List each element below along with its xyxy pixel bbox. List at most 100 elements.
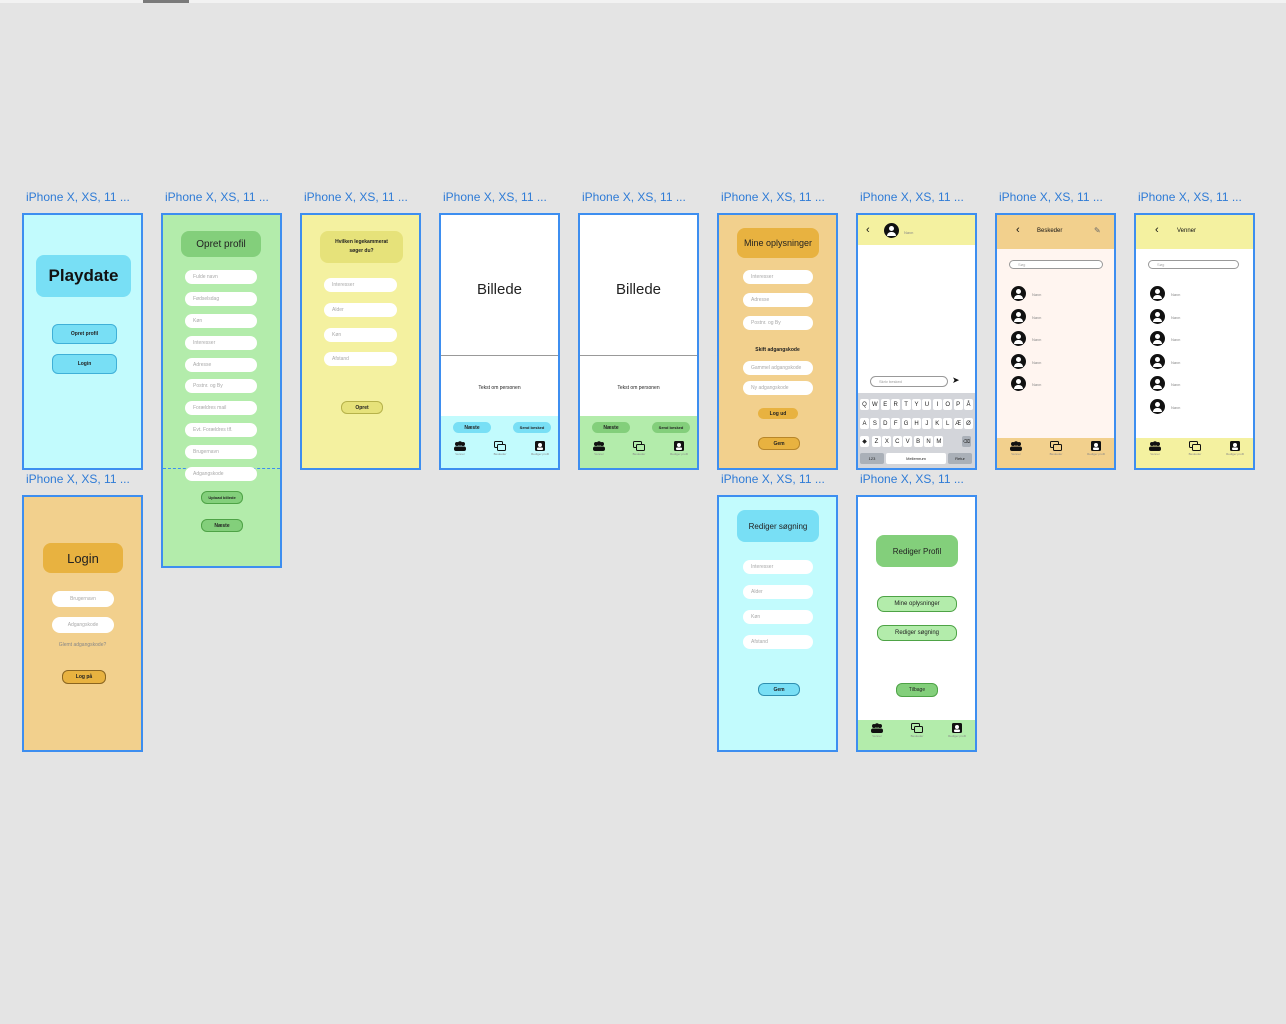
tab-messages[interactable]: Beskeder xyxy=(1041,441,1071,456)
address-field[interactable]: Adresse xyxy=(185,358,257,372)
contact-name[interactable]: Navn xyxy=(1171,405,1180,410)
avatar[interactable] xyxy=(1150,353,1165,369)
contact-name[interactable]: Navn xyxy=(1171,337,1180,342)
fullname-field[interactable]: Fulde navn xyxy=(185,270,257,284)
avatar[interactable] xyxy=(1011,331,1026,346)
contact-name[interactable]: Navn xyxy=(1171,292,1180,297)
frame-label[interactable]: iPhone X, XS, 11 ... xyxy=(1138,190,1263,204)
keyboard-key[interactable]: A xyxy=(860,418,869,429)
frame-chat[interactable]: ‹ Navn Skriv besked ➤ QWERTYUIOPÅ ASDFGHJ… xyxy=(856,213,977,470)
backspace-key[interactable]: ⌫ xyxy=(962,436,971,447)
back-chevron-icon[interactable]: ‹ xyxy=(1155,224,1159,236)
forgot-password-link[interactable]: Glemt adgangskode? xyxy=(24,642,141,648)
tab-friends[interactable]: Venner xyxy=(445,441,475,456)
next-button[interactable]: Næste xyxy=(201,519,243,532)
frame-messages[interactable]: ‹ Beskeder ✎ Søg Navn Navn Navn Navn Navn Ve… xyxy=(995,213,1116,470)
interests-field[interactable]: Interesser xyxy=(324,278,397,292)
frame-label[interactable]: iPhone X, XS, 11 ... xyxy=(304,190,429,204)
keyboard-key[interactable]: H xyxy=(912,418,921,429)
return-key[interactable]: Retur xyxy=(948,453,972,464)
avatar[interactable] xyxy=(1011,286,1026,301)
keyboard-key[interactable]: Y xyxy=(912,399,921,410)
distance-field[interactable]: Afstand xyxy=(743,635,813,649)
birthday-field[interactable]: Fødselsdag xyxy=(185,292,257,306)
keyboard-key[interactable]: L xyxy=(943,418,953,429)
keyboard-key[interactable]: J xyxy=(922,418,932,429)
space-key[interactable]: Mellemrum xyxy=(886,453,946,464)
gender-field[interactable]: Køn xyxy=(324,328,397,342)
frame-edit-search[interactable]: Rediger søgning Interesser Alder Køn Afs… xyxy=(717,495,838,752)
frame-label[interactable]: iPhone X, XS, 11 ... xyxy=(721,190,846,204)
frame-my-info[interactable]: Mine oplysninger Interesser Adresse Post… xyxy=(717,213,838,470)
key-123[interactable]: 123 xyxy=(860,453,884,464)
avatar[interactable] xyxy=(1011,376,1026,391)
keyboard-key[interactable]: R xyxy=(891,399,901,410)
tab-edit-profile[interactable]: Rediger profil xyxy=(942,723,972,738)
avatar[interactable] xyxy=(1011,353,1026,369)
frame-label[interactable]: iPhone X, XS, 11 ... xyxy=(582,190,707,204)
username-field[interactable]: Brugernavn xyxy=(185,445,257,459)
shift-key[interactable]: ◆ xyxy=(860,436,869,447)
zip-city-field[interactable]: Postnr. og By xyxy=(743,316,813,330)
username-field[interactable]: Brugernavn xyxy=(52,591,114,607)
keyboard-key[interactable]: M xyxy=(934,436,944,447)
keyboard-key[interactable]: O xyxy=(943,399,953,410)
contact-name[interactable]: Navn xyxy=(1171,382,1180,387)
frame-label[interactable]: iPhone X, XS, 11 ... xyxy=(860,472,985,486)
save-button[interactable]: Gem xyxy=(758,683,800,696)
frame-profile-view[interactable]: Billede Tekst om personen Næste Send bes… xyxy=(439,213,560,470)
parent-email-field[interactable]: Forældres mail xyxy=(185,401,257,415)
search-input[interactable]: Søg xyxy=(1148,260,1239,269)
create-profile-button[interactable]: Opret profil xyxy=(52,324,117,344)
upload-image-button[interactable]: Upload billede xyxy=(201,491,243,504)
keyboard-key[interactable]: N xyxy=(924,436,933,447)
gender-field[interactable]: Køn xyxy=(743,610,813,624)
save-button[interactable]: Gem xyxy=(758,437,800,450)
frame-search[interactable]: Hvilken legekammerat søger du? Interesse… xyxy=(300,213,421,470)
keyboard-key[interactable]: V xyxy=(903,436,913,447)
keyboard-key[interactable]: W xyxy=(870,399,880,410)
tab-messages[interactable]: Beskeder xyxy=(1180,441,1210,456)
avatar[interactable] xyxy=(1150,331,1165,346)
contact-name[interactable]: Navn xyxy=(1171,315,1180,320)
avatar[interactable] xyxy=(1011,308,1026,324)
keyboard-key[interactable]: Æ xyxy=(953,418,963,429)
frame-login[interactable]: Login Brugernavn Adgangskode Glemt adgan… xyxy=(22,495,143,752)
frame-label[interactable]: iPhone X, XS, 11 ... xyxy=(721,472,846,486)
login-button[interactable]: Login xyxy=(52,354,117,374)
keyboard-key[interactable]: P xyxy=(953,399,963,410)
send-message-button[interactable]: Send besked xyxy=(513,422,551,433)
login-submit-button[interactable]: Log på xyxy=(62,670,106,684)
keyboard-key[interactable]: K xyxy=(932,418,942,429)
search-input[interactable]: Søg xyxy=(1009,260,1103,269)
parent-phone-field[interactable]: Evt. Forældres tlf. xyxy=(185,423,257,437)
frame-create-profile[interactable]: Opret profil Fulde navn Fødselsdag Køn I… xyxy=(161,213,282,568)
create-button[interactable]: Opret xyxy=(341,401,383,414)
message-input[interactable]: Skriv besked xyxy=(870,376,948,387)
avatar[interactable] xyxy=(1150,398,1165,414)
keyboard-key[interactable]: E xyxy=(880,399,890,410)
keyboard-key[interactable]: I xyxy=(932,399,942,410)
logout-button[interactable]: Log ud xyxy=(758,408,798,419)
tab-messages[interactable]: Beskeder xyxy=(485,441,515,456)
frame-profile-view-alt[interactable]: Billede Tekst om personen Næste Send bes… xyxy=(578,213,699,470)
zip-city-field[interactable]: Postnr. og By xyxy=(185,379,257,393)
password-field[interactable]: Adgangskode xyxy=(52,617,114,633)
back-chevron-icon[interactable]: ‹ xyxy=(866,224,870,236)
compose-icon[interactable]: ✎ xyxy=(1094,226,1101,235)
interests-field[interactable]: Interesser xyxy=(743,560,813,574)
send-message-button[interactable]: Send besked xyxy=(652,422,690,433)
tab-messages[interactable]: Beskeder xyxy=(902,723,932,738)
gender-field[interactable]: Køn xyxy=(185,314,257,328)
keyboard-key[interactable]: U xyxy=(922,399,932,410)
keyboard-key[interactable]: Q xyxy=(860,399,869,410)
avatar[interactable] xyxy=(1150,286,1165,301)
age-field[interactable]: Alder xyxy=(743,585,813,599)
frame-label[interactable]: iPhone X, XS, 11 ... xyxy=(443,190,568,204)
contact-name[interactable]: Navn xyxy=(1032,360,1041,365)
next-button[interactable]: Næste xyxy=(592,422,630,433)
edit-search-button[interactable]: Rediger søgning xyxy=(877,625,957,641)
keyboard-key[interactable]: G xyxy=(901,418,911,429)
back-chevron-icon[interactable]: ‹ xyxy=(1016,224,1020,236)
keyboard-key[interactable]: S xyxy=(870,418,880,429)
